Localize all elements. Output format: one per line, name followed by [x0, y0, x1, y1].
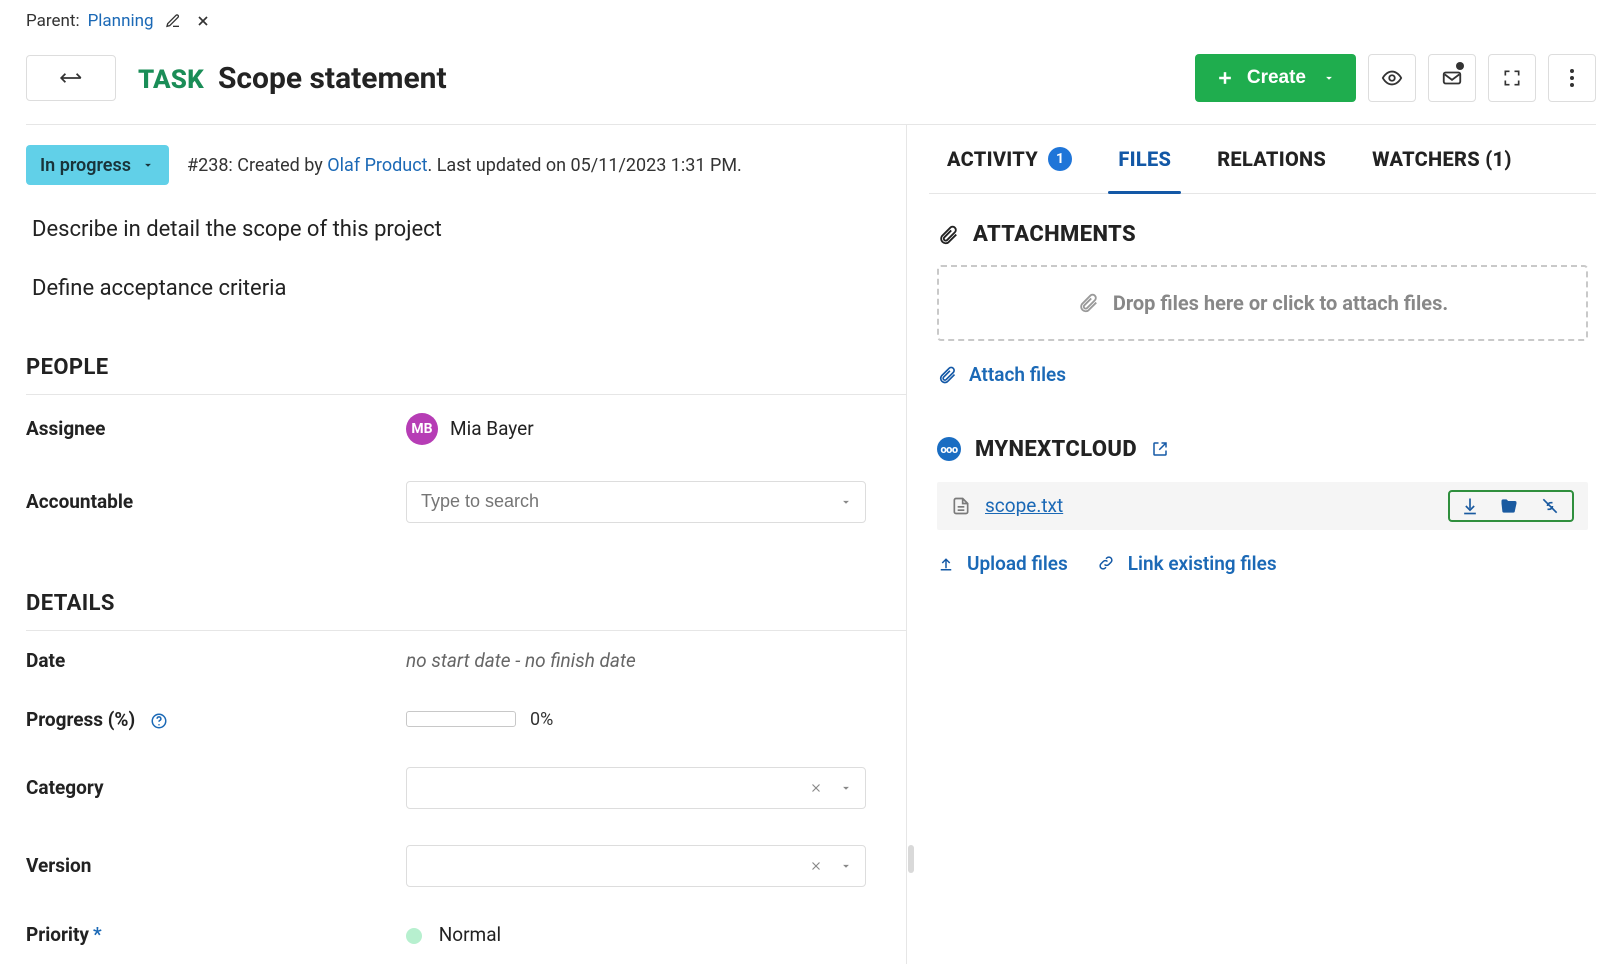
progress-bar	[406, 711, 516, 727]
parent-link[interactable]: Planning	[88, 11, 154, 31]
storage-file-row: scope.txt	[937, 482, 1588, 530]
parent-breadcrumb: Parent: Planning	[26, 10, 1596, 32]
progress-percent: 0%	[530, 709, 553, 730]
field-date: Date no start date - no finish date	[26, 631, 906, 690]
tabs: ACTIVITY 1 FILES RELATIONS WATCHERS (1)	[929, 125, 1596, 194]
accountable-input[interactable]	[406, 481, 866, 523]
open-folder-icon[interactable]	[1498, 496, 1520, 516]
task-meta: #238: Created by Olaf Product. Last upda…	[187, 155, 742, 176]
clear-icon[interactable]	[809, 781, 823, 795]
priority-dot-icon	[406, 928, 422, 944]
fullscreen-button[interactable]	[1488, 54, 1536, 102]
notifications-button[interactable]	[1428, 54, 1476, 102]
date-value[interactable]: no start date - no finish date	[406, 649, 636, 672]
field-version: Version	[26, 827, 906, 905]
accountable-search[interactable]	[419, 490, 839, 513]
remove-parent-icon[interactable]	[192, 10, 214, 32]
date-label: Date	[26, 649, 406, 672]
more-actions-button[interactable]	[1548, 54, 1596, 102]
assignee-value[interactable]: MB Mia Bayer	[406, 413, 534, 445]
activity-count-badge: 1	[1048, 147, 1072, 171]
description[interactable]: Describe in detail the scope of this pro…	[32, 215, 906, 305]
field-category: Category	[26, 749, 906, 827]
help-icon[interactable]	[150, 712, 168, 730]
download-file-icon[interactable]	[1460, 496, 1480, 516]
create-button[interactable]: Create	[1195, 54, 1356, 102]
work-package-type: TASK	[138, 65, 204, 95]
tab-activity[interactable]: ACTIVITY 1	[943, 147, 1076, 193]
tab-files[interactable]: FILES	[1114, 147, 1175, 193]
attachment-dropzone[interactable]: Drop files here or click to attach files…	[937, 265, 1588, 341]
section-details: DETAILS	[26, 591, 906, 631]
page-header: TASK Scope statement Create	[26, 46, 1596, 125]
assignee-name: Mia Bayer	[450, 417, 534, 440]
chevron-down-icon	[839, 495, 853, 509]
edit-parent-icon[interactable]	[162, 10, 184, 32]
field-assignee: Assignee MB Mia Bayer	[26, 395, 906, 463]
notification-dot-icon	[1456, 62, 1464, 70]
field-priority: Priority* Normal	[26, 905, 906, 964]
storage-title: ooo MYNEXTCLOUD	[937, 437, 1588, 462]
upload-icon	[937, 554, 955, 572]
field-progress: Progress (%) 0%	[26, 690, 906, 749]
unlink-file-icon[interactable]	[1538, 496, 1562, 516]
tab-relations[interactable]: RELATIONS	[1213, 147, 1330, 193]
category-label: Category	[26, 776, 406, 799]
priority-value[interactable]: Normal	[406, 923, 501, 946]
paperclip-icon	[1077, 292, 1099, 314]
attachments-title: ATTACHMENTS	[937, 222, 1588, 247]
file-actions-group	[1448, 490, 1574, 522]
file-text-icon	[951, 495, 971, 517]
open-storage-icon[interactable]	[1151, 440, 1169, 458]
pane-resize-handle[interactable]	[908, 845, 914, 873]
create-button-label: Create	[1247, 67, 1306, 89]
category-select[interactable]	[406, 767, 866, 809]
assignee-label: Assignee	[26, 417, 406, 440]
watch-button[interactable]	[1368, 54, 1416, 102]
avatar: MB	[406, 413, 438, 445]
field-accountable: Accountable	[26, 463, 906, 541]
status-selector[interactable]: In progress	[26, 145, 169, 185]
nextcloud-icon: ooo	[937, 437, 961, 461]
attach-files-link[interactable]: Attach files	[937, 363, 1066, 386]
status-text: In progress	[40, 155, 131, 176]
back-button[interactable]	[26, 55, 116, 101]
paperclip-icon	[937, 365, 957, 385]
accountable-label: Accountable	[26, 490, 406, 513]
parent-label: Parent:	[26, 11, 80, 31]
task-meta-suffix: . Last updated on 05/11/2023 1:31 PM.	[428, 155, 742, 176]
description-line-1: Describe in detail the scope of this pro…	[32, 215, 906, 246]
priority-label: Priority*	[26, 923, 406, 946]
required-asterisk: *	[93, 923, 102, 946]
chevron-down-icon	[839, 781, 853, 795]
upload-files-link[interactable]: Upload files	[937, 552, 1068, 575]
description-line-2: Define acceptance criteria	[32, 274, 906, 305]
progress-label: Progress (%)	[26, 708, 406, 731]
work-package-title[interactable]: Scope statement	[218, 61, 447, 96]
chevron-down-icon	[839, 859, 853, 873]
paperclip-icon	[937, 224, 959, 246]
link-existing-files-link[interactable]: Link existing files	[1096, 552, 1277, 575]
clear-icon[interactable]	[809, 859, 823, 873]
progress-value[interactable]: 0%	[406, 709, 553, 730]
storage-file-link[interactable]: scope.txt	[985, 494, 1063, 517]
version-select[interactable]	[406, 845, 866, 887]
version-label: Version	[26, 854, 406, 877]
dropzone-text: Drop files here or click to attach files…	[1113, 291, 1448, 315]
tab-watchers[interactable]: WATCHERS (1)	[1368, 147, 1516, 193]
task-meta-prefix: #238: Created by	[187, 155, 327, 176]
task-author-link[interactable]: Olaf Product	[327, 155, 427, 176]
section-people: PEOPLE	[26, 355, 906, 395]
link-icon	[1096, 554, 1116, 572]
